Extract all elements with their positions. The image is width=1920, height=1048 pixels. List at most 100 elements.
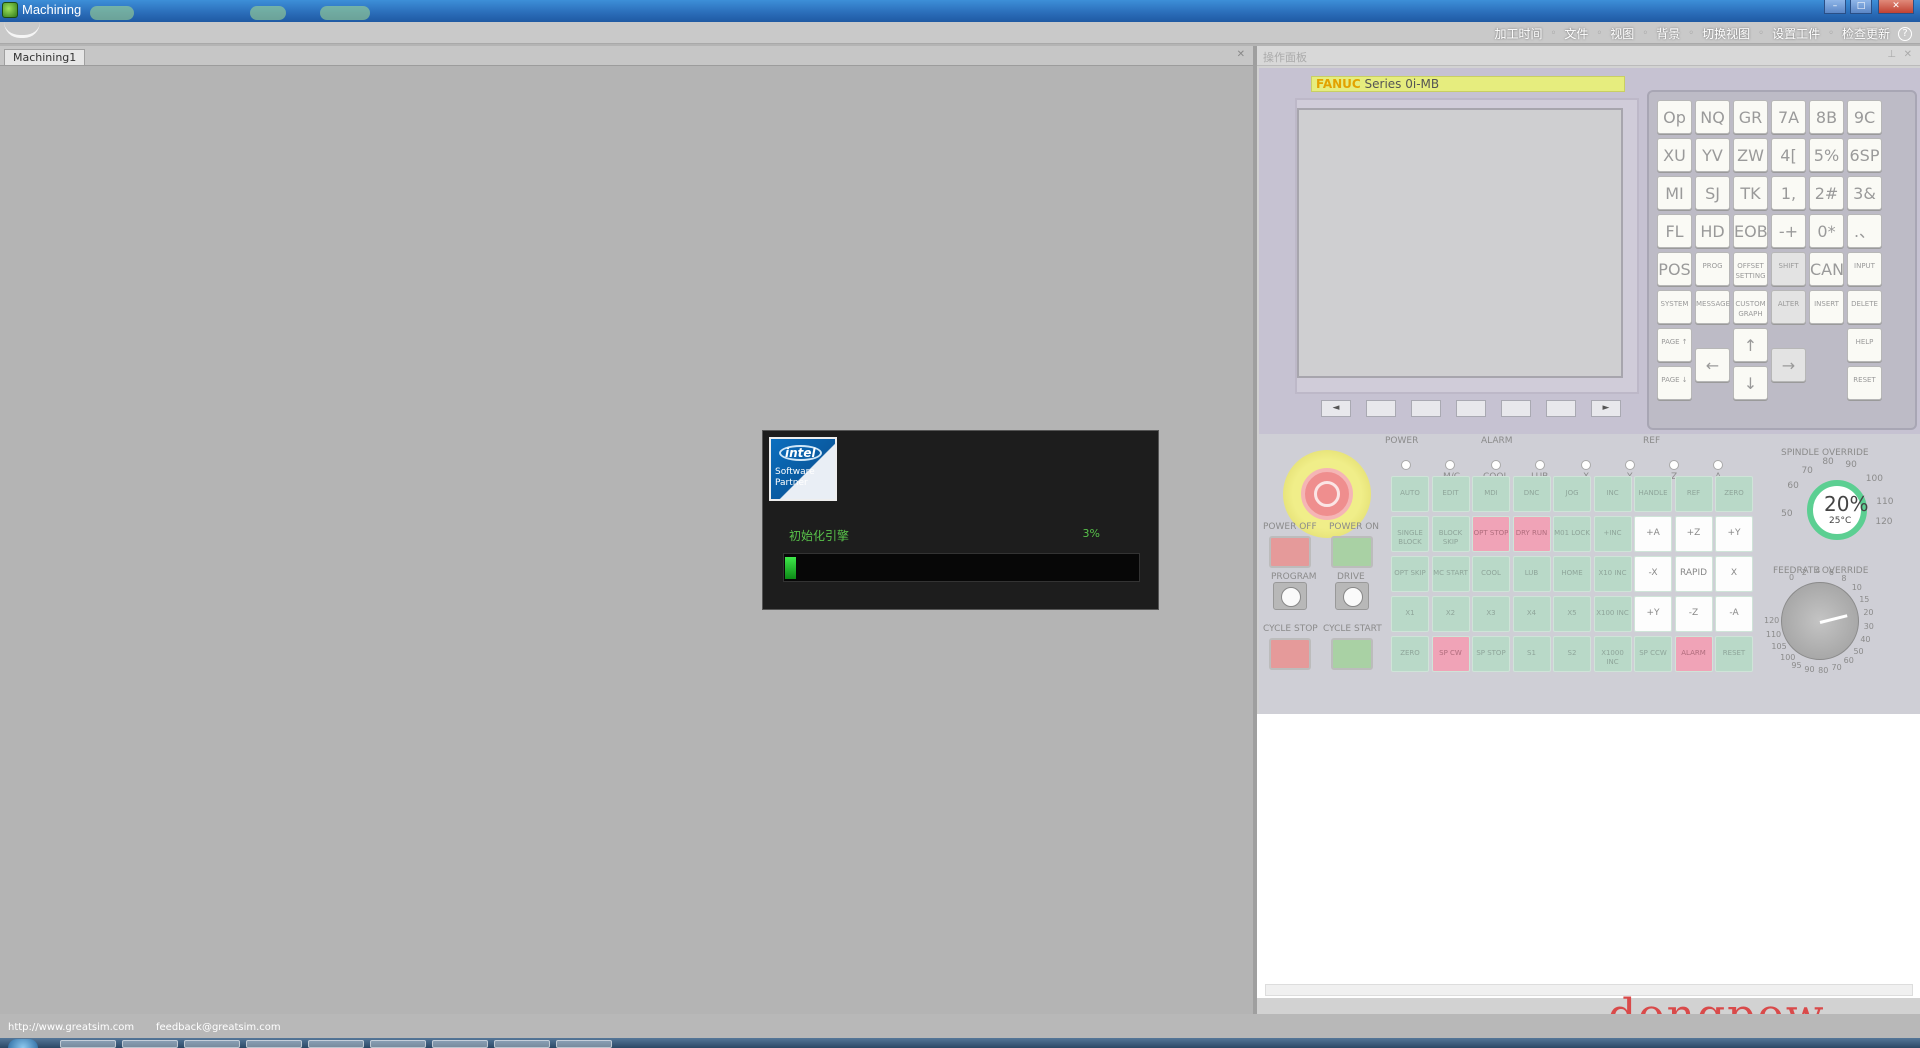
mode-key[interactable]: +INC <box>1593 516 1632 552</box>
mode-key[interactable]: INC <box>1593 476 1632 512</box>
mode-key[interactable]: X100 INC <box>1593 596 1632 632</box>
mode-key[interactable]: REF <box>1674 476 1713 512</box>
mode-key[interactable]: X <box>1715 556 1753 592</box>
mode-key[interactable]: SP STOP <box>1472 636 1510 672</box>
mode-key[interactable]: LUB <box>1512 556 1551 592</box>
mode-key[interactable]: COOL <box>1472 556 1510 592</box>
mode-key[interactable]: SINGLE BLOCK <box>1391 516 1429 552</box>
keypad-key[interactable]: FL <box>1657 214 1692 248</box>
mode-key[interactable]: -A <box>1715 596 1753 632</box>
keypad-key[interactable]: POS <box>1657 252 1692 286</box>
mode-key[interactable]: DRY RUN <box>1512 516 1551 552</box>
menu-item-machining-time[interactable]: 加工时间 <box>1494 25 1542 42</box>
keypad-key[interactable]: 3& <box>1847 176 1882 210</box>
keypad-key[interactable]: YV <box>1695 138 1730 172</box>
start-button[interactable] <box>8 1039 38 1048</box>
keypad-key[interactable]: HELP <box>1847 328 1882 362</box>
keypad-key[interactable]: ZW <box>1733 138 1768 172</box>
mode-key[interactable]: RESET <box>1715 636 1753 672</box>
mode-key[interactable]: HANDLE <box>1634 476 1672 512</box>
program-protect-keyswitch[interactable] <box>1273 582 1307 610</box>
keypad-key[interactable]: SYSTEM <box>1657 290 1692 324</box>
mode-key[interactable]: EDIT <box>1431 476 1470 512</box>
mode-key[interactable]: RAPID <box>1674 556 1713 592</box>
mode-key[interactable]: MDI <box>1472 476 1510 512</box>
mode-key[interactable]: ZERO <box>1715 476 1753 512</box>
mode-key[interactable]: SP CCW <box>1634 636 1672 672</box>
keypad-key[interactable]: ↓ <box>1733 366 1768 400</box>
keypad-key[interactable]: MI <box>1657 176 1692 210</box>
website-link[interactable]: http://www.greatsim.com <box>8 1022 134 1033</box>
keypad-key[interactable]: ALTER <box>1771 290 1806 324</box>
keypad-key[interactable]: HD <box>1695 214 1730 248</box>
tab-machining1[interactable]: Machining1 <box>4 49 86 65</box>
menu-item-check-update[interactable]: 检查更新 <box>1842 25 1890 42</box>
keypad-key[interactable]: CAN <box>1809 252 1844 286</box>
mode-key[interactable]: +Y <box>1634 596 1672 632</box>
taskbar-item[interactable] <box>122 1040 178 1048</box>
keypad-key[interactable]: Op <box>1657 100 1692 134</box>
mode-key[interactable]: X5 <box>1553 596 1591 632</box>
keypad-key[interactable]: 0* <box>1809 214 1844 248</box>
help-icon[interactable]: ? <box>1898 26 1912 41</box>
taskbar-item[interactable] <box>370 1040 426 1048</box>
keypad-key[interactable]: DELETE <box>1847 290 1882 324</box>
keypad-key[interactable]: PAGE ↑ <box>1657 328 1692 362</box>
soft-key[interactable] <box>1366 400 1396 417</box>
keypad-key[interactable]: MESSAGE <box>1695 290 1730 324</box>
menu-item-switch-view[interactable]: 切换视图 <box>1702 25 1750 42</box>
mode-key[interactable]: +A <box>1634 516 1672 552</box>
keypad-key[interactable]: 1, <box>1771 176 1806 210</box>
taskbar-item[interactable] <box>60 1040 116 1048</box>
soft-key[interactable]: ◄ <box>1321 400 1351 417</box>
menu-item-set-workpiece[interactable]: 设置工件 <box>1772 25 1820 42</box>
soft-key[interactable]: ► <box>1591 400 1621 417</box>
mode-key[interactable]: MC START <box>1431 556 1470 592</box>
feedback-email-link[interactable]: feedback@greatsim.com <box>156 1022 281 1033</box>
keypad-key[interactable]: XU <box>1657 138 1692 172</box>
keypad-key[interactable]: PAGE ↓ <box>1657 366 1692 400</box>
mode-key[interactable]: JOG <box>1553 476 1591 512</box>
keypad-key[interactable]: 8B <box>1809 100 1844 134</box>
taskbar-item[interactable] <box>184 1040 240 1048</box>
spindle-override-dial[interactable]: 20% 25°C <box>1807 480 1868 540</box>
taskbar-item[interactable] <box>308 1040 364 1048</box>
keypad-key[interactable]: INSERT <box>1809 290 1844 324</box>
drive-keyswitch[interactable] <box>1335 582 1369 610</box>
mode-key[interactable]: OPT STOP <box>1472 516 1510 552</box>
mode-key[interactable]: X2 <box>1431 596 1470 632</box>
soft-key[interactable] <box>1546 400 1576 417</box>
keypad-key[interactable]: GR <box>1733 100 1768 134</box>
power-on-button[interactable] <box>1331 536 1373 568</box>
keypad-key[interactable]: -+ <box>1771 214 1806 248</box>
keypad-key[interactable]: 2# <box>1809 176 1844 210</box>
keypad-key[interactable]: 6SP <box>1847 138 1882 172</box>
close-button[interactable]: ✕ <box>1878 0 1914 14</box>
mode-key[interactable]: X4 <box>1512 596 1551 632</box>
taskbar-item[interactable] <box>494 1040 550 1048</box>
menu-item-file[interactable]: 文件 <box>1564 25 1588 42</box>
mode-key[interactable]: X1 <box>1391 596 1429 632</box>
keypad-key[interactable]: SHIFT <box>1771 252 1806 286</box>
minimize-button[interactable]: – <box>1824 0 1846 14</box>
mode-key[interactable]: +Y <box>1715 516 1753 552</box>
keypad-key[interactable]: TK <box>1733 176 1768 210</box>
keypad-key[interactable]: ↑ <box>1733 328 1768 362</box>
mode-key[interactable]: OPT SKIP <box>1391 556 1429 592</box>
keypad-key[interactable]: SJ <box>1695 176 1730 210</box>
panel-close-icon[interactable]: ✕ <box>1904 49 1912 60</box>
keypad-key[interactable]: → <box>1771 348 1806 382</box>
menu-item-background[interactable]: 背景 <box>1656 25 1680 42</box>
keypad-key[interactable]: 5% <box>1809 138 1844 172</box>
mode-key[interactable]: X3 <box>1472 596 1510 632</box>
pin-icon[interactable]: ⊥ <box>1887 49 1896 60</box>
maximize-button[interactable]: □ <box>1850 0 1872 14</box>
menu-item-view[interactable]: 视图 <box>1610 25 1634 42</box>
taskbar-item[interactable] <box>432 1040 488 1048</box>
soft-key[interactable] <box>1501 400 1531 417</box>
soft-key[interactable] <box>1456 400 1486 417</box>
mode-key[interactable]: -X <box>1634 556 1672 592</box>
keypad-key[interactable]: 4[ <box>1771 138 1806 172</box>
mode-key[interactable]: X10 INC <box>1593 556 1632 592</box>
soft-key[interactable] <box>1411 400 1441 417</box>
